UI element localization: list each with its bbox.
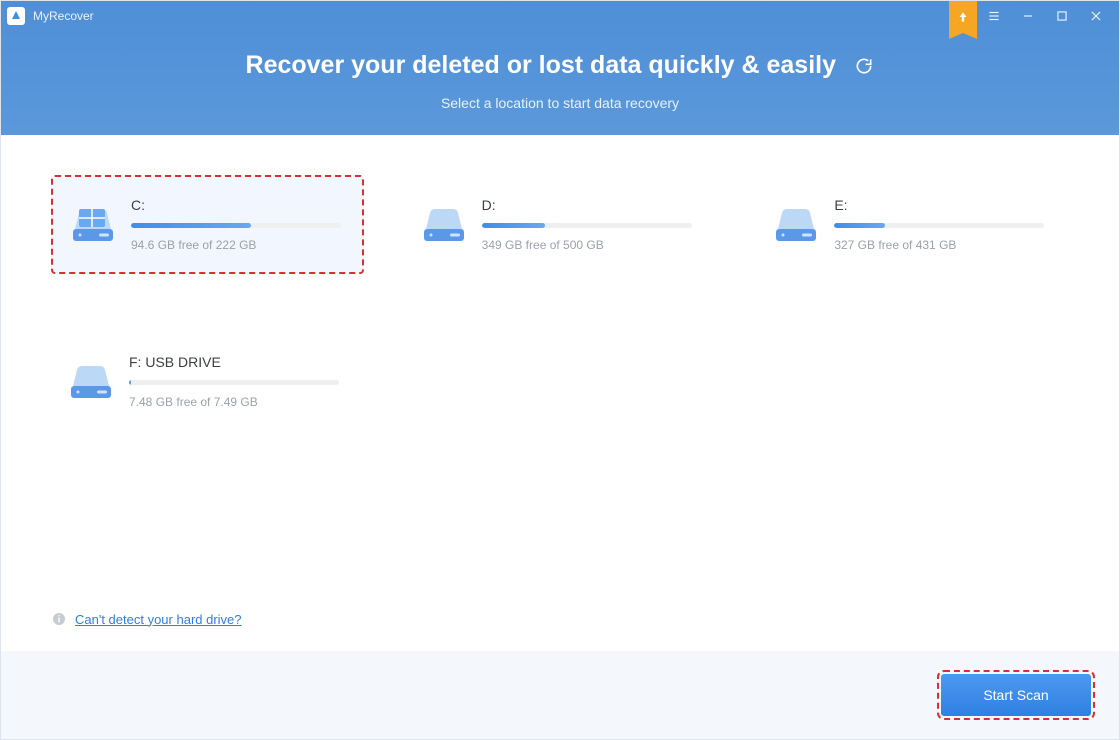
app-window: MyRecover Recover your de: [0, 0, 1120, 740]
body: C: 94.6 GB free of 222 GB D: 349 GB free…: [1, 135, 1119, 651]
drive-info: D: 349 GB free of 500 GB: [482, 197, 701, 252]
window-controls: [949, 1, 1113, 31]
drive-icon: [420, 205, 468, 245]
drive-free-text: 7.48 GB free of 7.49 GB: [129, 395, 348, 409]
detect-drive-help-link[interactable]: Can't detect your hard drive?: [75, 612, 242, 627]
titlebar: MyRecover: [1, 1, 1119, 31]
usage-fill: [482, 223, 545, 228]
drive-card[interactable]: F: USB DRIVE 7.48 GB free of 7.49 GB: [51, 334, 364, 429]
usage-bar: [482, 223, 692, 228]
drive-label: F: USB DRIVE: [129, 354, 348, 370]
drive-label: D:: [482, 197, 701, 213]
start-scan-button[interactable]: Start Scan: [941, 674, 1091, 716]
drive-free-text: 349 GB free of 500 GB: [482, 238, 701, 252]
upgrade-ribbon[interactable]: [949, 1, 977, 33]
usage-fill: [131, 223, 251, 228]
headline-text: Recover your deleted or lost data quickl…: [246, 51, 837, 80]
app-logo-icon: [7, 7, 25, 25]
app-title: MyRecover: [33, 9, 94, 23]
menu-button[interactable]: [977, 1, 1011, 31]
drive-free-text: 94.6 GB free of 222 GB: [131, 238, 346, 252]
drive-icon: [67, 362, 115, 402]
info-icon: [51, 611, 67, 627]
header: MyRecover Recover your de: [1, 1, 1119, 135]
drive-icon: [772, 205, 820, 245]
drive-label: E:: [834, 197, 1053, 213]
drive-info: C: 94.6 GB free of 222 GB: [131, 197, 346, 252]
usage-fill: [834, 223, 884, 228]
usage-fill: [129, 380, 131, 385]
drives-grid: C: 94.6 GB free of 222 GB D: 349 GB free…: [51, 175, 1069, 429]
subtitle-text: Select a location to start data recovery: [1, 95, 1119, 111]
close-button[interactable]: [1079, 1, 1113, 31]
headline-row: Recover your deleted or lost data quickl…: [1, 51, 1119, 81]
drive-card[interactable]: D: 349 GB free of 500 GB: [404, 175, 717, 274]
usage-bar: [131, 223, 341, 228]
maximize-button[interactable]: [1045, 1, 1079, 31]
drive-card[interactable]: E: 327 GB free of 431 GB: [756, 175, 1069, 274]
drive-label: C:: [131, 197, 346, 213]
drive-info: F: USB DRIVE 7.48 GB free of 7.49 GB: [129, 354, 348, 409]
minimize-button[interactable]: [1011, 1, 1045, 31]
drive-icon: [69, 205, 117, 245]
refresh-icon[interactable]: [854, 56, 874, 81]
drive-info: E: 327 GB free of 431 GB: [834, 197, 1053, 252]
drive-card[interactable]: C: 94.6 GB free of 222 GB: [51, 175, 364, 274]
usage-bar: [129, 380, 339, 385]
help-row: Can't detect your hard drive?: [51, 611, 1069, 641]
usage-bar: [834, 223, 1044, 228]
footer: Start Scan: [1, 651, 1119, 739]
drive-free-text: 327 GB free of 431 GB: [834, 238, 1053, 252]
